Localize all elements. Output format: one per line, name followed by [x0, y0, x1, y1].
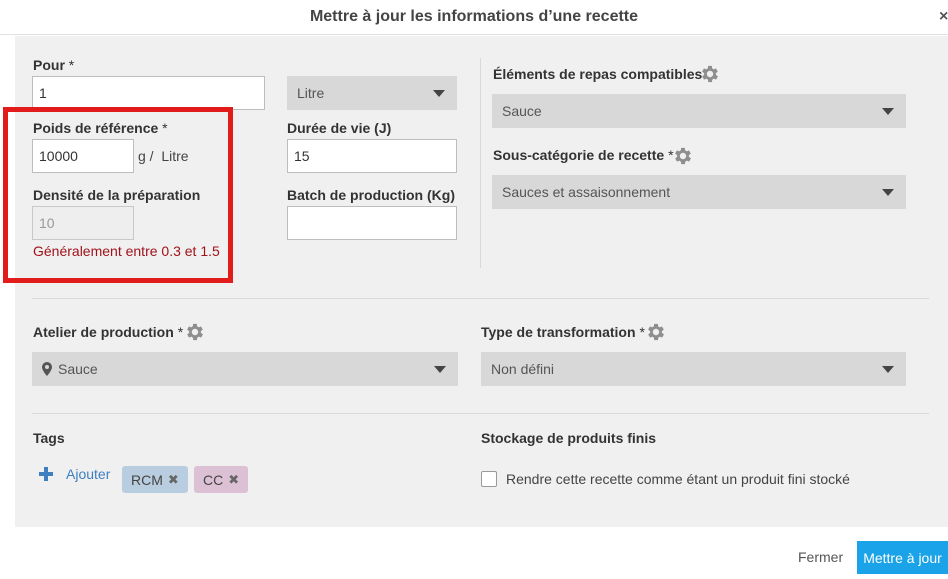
duree-vie-label: Durée de vie (J): [287, 120, 392, 136]
poids-reference-input[interactable]: [32, 139, 134, 173]
close-icon[interactable]: ×: [939, 8, 948, 26]
dialog-header: Mettre à jour les informations d’une rec…: [0, 0, 948, 35]
type-transformation-select[interactable]: Non défini: [481, 352, 906, 386]
densite-hint: Généralement entre 0.3 et 1.5: [33, 243, 220, 259]
caret-down-icon: [882, 189, 894, 196]
add-tag-label: Ajouter: [66, 466, 111, 482]
pour-input[interactable]: [32, 76, 265, 110]
cancel-button[interactable]: Fermer: [798, 549, 843, 565]
dialog-title: Mettre à jour les informations d’une rec…: [309, 8, 639, 25]
column-divider: [480, 58, 481, 268]
caret-down-icon: [434, 366, 446, 373]
sous-categorie-select[interactable]: Sauces et assaisonnement: [492, 175, 906, 209]
caret-down-icon: [882, 366, 894, 373]
type-transformation-label: Type de transformation *: [481, 324, 645, 340]
densite-label: Densité de la préparation: [33, 187, 201, 203]
plus-icon: [39, 467, 53, 481]
densite-input: [32, 206, 134, 240]
atelier-label: Atelier de production *: [33, 324, 184, 340]
section-divider: [32, 298, 929, 299]
poids-reference-unit: g / Litre: [138, 148, 189, 164]
stockage-checkbox-label[interactable]: Rendre cette recette comme étant un prod…: [506, 471, 850, 487]
gear-icon[interactable]: [645, 321, 667, 343]
unit-select-value: Litre: [297, 85, 325, 101]
map-pin-icon: [42, 362, 52, 376]
duree-vie-input[interactable]: [287, 139, 457, 173]
unit-select[interactable]: Litre: [287, 76, 457, 110]
tag-name: RCM: [131, 471, 163, 488]
elements-repas-select[interactable]: Sauce: [492, 94, 906, 128]
submit-button[interactable]: Mettre à jour: [857, 541, 948, 574]
stockage-label: Stockage de produits finis: [481, 430, 657, 446]
remove-icon[interactable]: ✖: [228, 472, 239, 488]
atelier-select[interactable]: Sauce: [32, 352, 458, 386]
remove-icon[interactable]: ✖: [168, 472, 179, 488]
atelier-value: Sauce: [58, 361, 98, 377]
sous-categorie-label: Sous-catégorie de recette *: [493, 147, 674, 163]
caret-down-icon: [882, 108, 894, 115]
tag-chip: CC ✖: [194, 466, 249, 493]
elements-repas-value: Sauce: [502, 103, 542, 119]
gear-icon[interactable]: [184, 321, 206, 343]
section-divider: [32, 413, 929, 414]
gear-icon[interactable]: [672, 145, 694, 167]
tags-label: Tags: [33, 430, 65, 446]
batch-label: Batch de production (Kg): [287, 187, 455, 203]
batch-input[interactable]: [287, 206, 457, 240]
stockage-checkbox[interactable]: [481, 471, 497, 487]
pour-label: Pour *: [33, 57, 75, 73]
sous-categorie-value: Sauces et assaisonnement: [502, 184, 671, 200]
type-transformation-value: Non défini: [491, 361, 555, 377]
gear-icon[interactable]: [699, 63, 721, 85]
tag-chip: RCM ✖: [122, 466, 188, 493]
caret-down-icon: [433, 90, 445, 97]
add-tag-button[interactable]: Ajouter: [38, 466, 110, 482]
elements-repas-label: Éléments de repas compatibles: [493, 66, 703, 82]
poids-reference-label: Poids de référence *: [33, 120, 168, 136]
tag-name: CC: [203, 471, 224, 488]
